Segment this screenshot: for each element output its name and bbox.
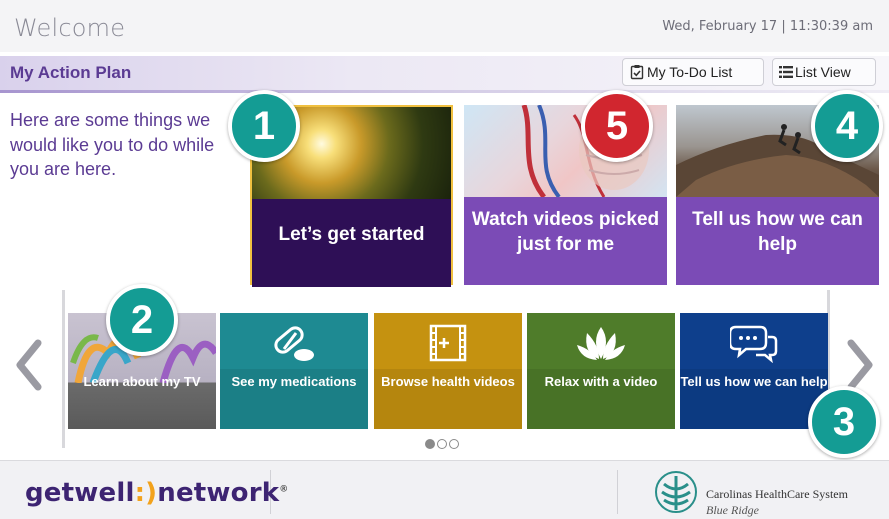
- getwell-network-logo: getwell:)network®: [25, 478, 289, 508]
- action-plan-underline: [0, 90, 889, 93]
- number-badge-4: 4: [811, 90, 883, 162]
- todo-list-label: My To-Do List: [647, 64, 733, 80]
- lotus-icon: [577, 327, 625, 360]
- list-view-label: List View: [795, 64, 851, 80]
- number-badge-5: 5: [581, 90, 653, 162]
- carousel-label-health-videos: Browse health videos: [381, 374, 515, 389]
- tile-tell-us-label: Tell us how we can help: [676, 197, 879, 285]
- carousel-label-medications: See my medications: [231, 374, 357, 389]
- carousel-label-tell-us: Tell us how we can help: [680, 374, 828, 389]
- chevron-left-icon[interactable]: [14, 335, 44, 395]
- page-dot[interactable]: [425, 439, 435, 449]
- hospital-name: Carolinas HealthCare System Blue Ridge: [706, 486, 848, 518]
- list-view-button[interactable]: List View: [772, 58, 876, 86]
- chat-bubbles-icon: [730, 325, 778, 363]
- tile-get-started-label: Let’s get started: [252, 199, 451, 287]
- carolinas-healthcare-logo-icon: [655, 471, 697, 513]
- carousel-label-relax: Relax with a video: [544, 374, 658, 389]
- hospital-name-main: Carolinas HealthCare System: [706, 487, 848, 501]
- carousel-left-divider: [62, 290, 65, 448]
- pills-icon: [274, 326, 314, 361]
- date-time: Wed, February 17 | 11:30:39 am: [662, 19, 873, 34]
- footer-divider: [617, 470, 618, 514]
- carousel-label-tv: Learn about my TV: [83, 374, 201, 389]
- number-badge-2: 2: [106, 284, 178, 356]
- welcome-title: Welcome: [14, 14, 126, 42]
- tile-watch-videos-label: Watch videos picked just for me: [464, 197, 667, 285]
- top-header: Welcome Wed, February 17 | 11:30:39 am: [0, 0, 889, 52]
- todo-list-button[interactable]: My To-Do List: [622, 58, 764, 86]
- number-badge-3: 3: [808, 386, 880, 458]
- hospital-name-sub: Blue Ridge: [706, 503, 759, 517]
- number-badge-1: 1: [228, 90, 300, 162]
- carousel-item-tell-us[interactable]: Tell us how we can help: [680, 313, 828, 429]
- carousel-item-medications[interactable]: See my medications: [220, 313, 368, 429]
- page-dot[interactable]: [449, 439, 459, 449]
- carousel-item-health-videos[interactable]: Browse health videos: [374, 313, 522, 429]
- film-icon: [429, 324, 467, 362]
- carousel-item-relax[interactable]: Relax with a video: [527, 313, 675, 429]
- clipboard-check-icon: [630, 65, 644, 80]
- list-icon: [779, 66, 793, 78]
- intro-text: Here are some things we would like you t…: [10, 110, 215, 179]
- action-plan-title: My Action Plan: [10, 63, 132, 82]
- page-dot[interactable]: [437, 439, 447, 449]
- carousel-pagination: [425, 439, 459, 449]
